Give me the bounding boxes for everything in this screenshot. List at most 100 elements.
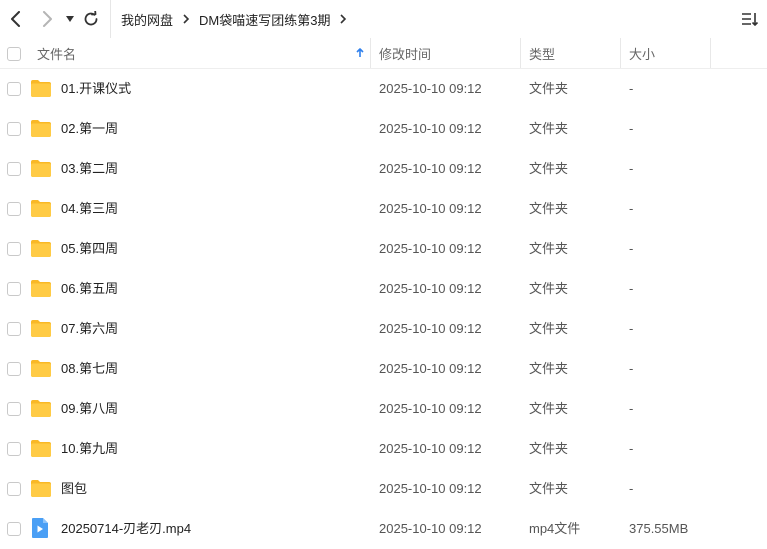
table-row[interactable]: 02.第一周 2025-10-10 09:12 文件夹 - [0, 109, 767, 149]
file-name[interactable]: 08.第七周 [61, 349, 118, 389]
breadcrumb: 我的网盘 DM袋喵速写团练第3期 [110, 0, 356, 38]
file-size: - [629, 241, 634, 256]
row-checkbox[interactable] [7, 362, 21, 376]
file-modified: 2025-10-10 09:12 [379, 321, 482, 336]
row-checkbox[interactable] [7, 482, 21, 496]
file-name[interactable]: 20250714-刃老刃.mp4 [61, 509, 191, 549]
file-name[interactable]: 07.第六周 [61, 309, 118, 349]
back-arrow-icon[interactable] [6, 9, 26, 29]
file-name[interactable]: 图包 [61, 469, 87, 509]
file-name[interactable]: 03.第二周 [61, 149, 118, 189]
column-divider[interactable] [370, 38, 371, 68]
file-size: - [629, 161, 634, 176]
folder-icon [30, 158, 52, 178]
sort-ascending-icon[interactable] [356, 38, 368, 68]
file-modified: 2025-10-10 09:12 [379, 521, 482, 536]
file-size: 375.55MB [629, 521, 689, 536]
file-name[interactable]: 10.第九周 [61, 429, 118, 469]
file-modified: 2025-10-10 09:12 [379, 281, 482, 296]
table-row[interactable]: 04.第三周 2025-10-10 09:12 文件夹 - [0, 189, 767, 229]
select-all-checkbox[interactable] [7, 47, 21, 61]
folder-icon [30, 478, 52, 498]
chevron-right-icon [182, 14, 190, 24]
file-name[interactable]: 06.第五周 [61, 269, 118, 309]
table-row[interactable]: 05.第四周 2025-10-10 09:12 文件夹 - [0, 229, 767, 269]
folder-icon [30, 278, 52, 298]
column-header-type[interactable]: 类型 [529, 38, 619, 68]
file-type: 文件夹 [529, 281, 569, 296]
column-divider[interactable] [710, 38, 711, 68]
folder-icon [30, 398, 52, 418]
row-checkbox[interactable] [7, 242, 21, 256]
breadcrumb-item-current-folder[interactable]: DM袋喵速写团练第3期 [199, 10, 330, 29]
file-size: - [629, 361, 634, 376]
breadcrumb-item-my-drive[interactable]: 我的网盘 [121, 10, 173, 29]
column-header-modified-label: 修改时间 [379, 46, 432, 62]
table-row[interactable]: 08.第七周 2025-10-10 09:12 文件夹 - [0, 349, 767, 389]
file-size: - [629, 281, 634, 296]
column-divider[interactable] [520, 38, 521, 68]
dropdown-caret-icon[interactable] [60, 9, 80, 29]
column-header-name-label: 文件名 [37, 46, 77, 62]
row-checkbox[interactable] [7, 82, 21, 96]
file-type: 文件夹 [529, 401, 569, 416]
toolbar: 我的网盘 DM袋喵速写团练第3期 [0, 0, 767, 38]
file-name[interactable]: 01.开课仪式 [61, 69, 131, 109]
table-row[interactable]: 09.第八周 2025-10-10 09:12 文件夹 - [0, 389, 767, 429]
row-checkbox[interactable] [7, 322, 21, 336]
row-checkbox[interactable] [7, 522, 21, 536]
row-checkbox[interactable] [7, 282, 21, 296]
file-modified: 2025-10-10 09:12 [379, 161, 482, 176]
file-size: - [629, 441, 634, 456]
table-row[interactable]: 图包 2025-10-10 09:12 文件夹 - [0, 469, 767, 509]
file-type: 文件夹 [529, 201, 569, 216]
folder-icon [30, 318, 52, 338]
file-modified: 2025-10-10 09:12 [379, 201, 482, 216]
file-type: 文件夹 [529, 241, 569, 256]
row-checkbox[interactable] [7, 442, 21, 456]
row-checkbox[interactable] [7, 162, 21, 176]
file-modified: 2025-10-10 09:12 [379, 441, 482, 456]
sort-list-icon[interactable] [741, 10, 759, 28]
file-name[interactable]: 04.第三周 [61, 189, 118, 229]
column-header-modified[interactable]: 修改时间 [379, 38, 519, 68]
row-checkbox[interactable] [7, 402, 21, 416]
file-name[interactable]: 09.第八周 [61, 389, 118, 429]
forward-arrow-icon[interactable] [37, 9, 57, 29]
file-type: 文件夹 [529, 161, 569, 176]
file-size: - [629, 81, 634, 96]
file-modified: 2025-10-10 09:12 [379, 121, 482, 136]
refresh-icon[interactable] [81, 9, 101, 29]
file-type: 文件夹 [529, 321, 569, 336]
file-type: 文件夹 [529, 441, 569, 456]
row-checkbox[interactable] [7, 202, 21, 216]
file-type: 文件夹 [529, 481, 569, 496]
folder-icon [30, 118, 52, 138]
column-header-size-label: 大小 [629, 46, 656, 62]
file-modified: 2025-10-10 09:12 [379, 81, 482, 96]
file-size: - [629, 201, 634, 216]
folder-icon [30, 238, 52, 258]
file-modified: 2025-10-10 09:12 [379, 241, 482, 256]
file-size: - [629, 401, 634, 416]
file-name[interactable]: 05.第四周 [61, 229, 118, 269]
table-row[interactable]: 01.开课仪式 2025-10-10 09:12 文件夹 - [0, 69, 767, 109]
folder-icon [30, 78, 52, 98]
table-row[interactable]: 06.第五周 2025-10-10 09:12 文件夹 - [0, 269, 767, 309]
table-row[interactable]: 07.第六周 2025-10-10 09:12 文件夹 - [0, 309, 767, 349]
file-size: - [629, 481, 634, 496]
column-header-name[interactable]: 文件名 [37, 38, 367, 68]
chevron-right-icon[interactable] [339, 14, 347, 24]
table-row[interactable]: 20250714-刃老刃.mp4 2025-10-10 09:12 mp4文件 375… [0, 509, 767, 549]
file-type: 文件夹 [529, 361, 569, 376]
file-name[interactable]: 02.第一周 [61, 109, 118, 149]
file-size: - [629, 321, 634, 336]
file-modified: 2025-10-10 09:12 [379, 481, 482, 496]
video-file-icon [30, 518, 52, 538]
column-header-size[interactable]: 大小 [629, 38, 709, 68]
table-row[interactable]: 03.第二周 2025-10-10 09:12 文件夹 - [0, 149, 767, 189]
file-list-header: 文件名 修改时间 类型 大小 [0, 38, 767, 69]
table-row[interactable]: 10.第九周 2025-10-10 09:12 文件夹 - [0, 429, 767, 469]
row-checkbox[interactable] [7, 122, 21, 136]
column-divider[interactable] [620, 38, 621, 68]
